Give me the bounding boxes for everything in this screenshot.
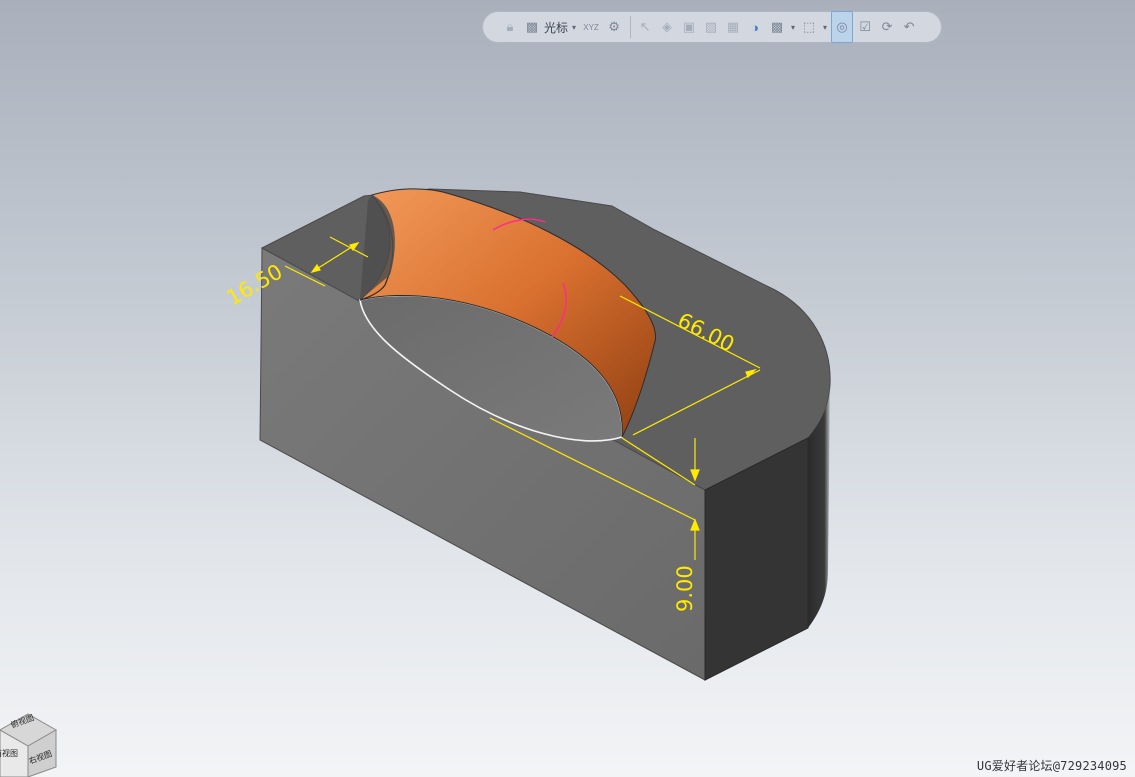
view-cube[interactable]: 俯视图 前视图 右视图 [0,712,70,777]
model-view[interactable]: 16.50 66.00 9.00 [0,0,1135,777]
watermark: UG爱好者论坛@729234095 [976,759,1127,773]
dimension-height-label[interactable]: 9.00 [673,565,697,612]
view-cube-front-face[interactable]: 前视图 [0,748,18,758]
graphics-window[interactable]: 🔒︎ ▩ 光标 ▾ XYZ ⚙ ↖ ◈ ▣ ▧ ▦ ◑ ▩ ▾ ⬚ ▾ ◎ ☑ … [0,0,1135,777]
